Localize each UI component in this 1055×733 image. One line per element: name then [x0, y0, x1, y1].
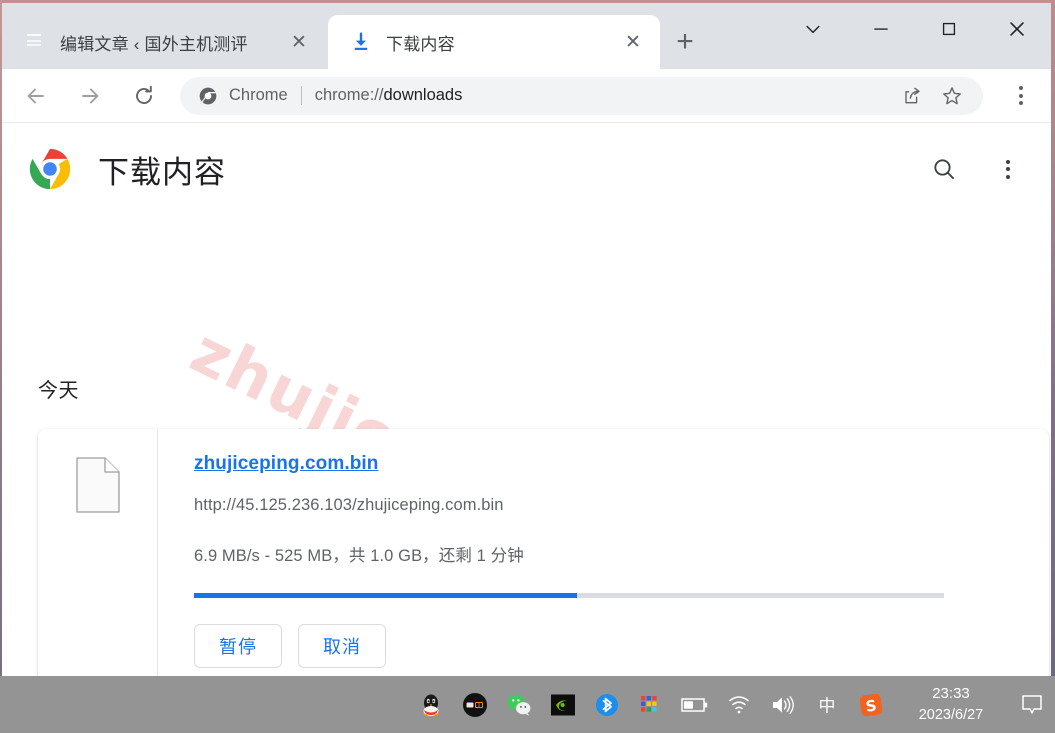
- ime-icon[interactable]: 中: [813, 691, 841, 719]
- download-status-text: 6.9 MB/s - 525 MB，共 1.0 GB，还剩 1 分钟: [194, 547, 524, 565]
- download-item-details: zhujiceping.com.bin http://45.125.236.10…: [158, 429, 1049, 676]
- maximize-button[interactable]: [915, 3, 983, 55]
- close-button[interactable]: [983, 3, 1051, 55]
- omnibox-actions: [889, 79, 969, 113]
- chrome-shield-icon: [198, 86, 218, 106]
- download-icon: [350, 31, 372, 53]
- tab-strip: 编辑文章 ‹ 国外主机测评 ✕ 下载内容 ✕ +: [2, 3, 1051, 69]
- download-file-icon-column: [38, 429, 158, 676]
- new-tab-button[interactable]: +: [668, 25, 702, 59]
- back-button[interactable]: [16, 76, 56, 116]
- three-dots-icon: [1019, 86, 1023, 105]
- taskbar-clock[interactable]: 23:33 2023/6/27: [903, 683, 999, 726]
- taskbar-date: 2023/6/27: [918, 706, 984, 723]
- download-item-card: zhujiceping.com.bin http://45.125.236.10…: [38, 429, 1049, 676]
- window-frame-right-border: [1051, 0, 1055, 676]
- address-bar[interactable]: Chrome chrome://downloads: [180, 76, 983, 115]
- wechat-icon[interactable]: [505, 691, 533, 719]
- download-action-buttons: 暂停 取消: [194, 624, 1049, 668]
- download-filename-link[interactable]: zhujiceping.com.bin: [194, 453, 379, 475]
- download-source-url: http://45.125.236.103/zhujiceping.com.bi…: [194, 496, 504, 514]
- battery-icon[interactable]: [681, 691, 709, 719]
- notification-icon: [1022, 694, 1042, 714]
- svg-text:中: 中: [819, 696, 836, 716]
- forward-button[interactable]: [70, 76, 110, 116]
- omnibox-url-host: downloads: [383, 86, 463, 104]
- omnibox-url-scheme: chrome://: [314, 86, 384, 104]
- omnibox-divider: [300, 86, 302, 105]
- tab-downloads[interactable]: 下载内容 ✕: [328, 15, 660, 69]
- app-dark-circle-icon[interactable]: [461, 691, 489, 719]
- downloads-header-actions: [903, 146, 1051, 192]
- taskbar-time: 23:33: [932, 685, 970, 703]
- chrome-logo: [28, 147, 72, 191]
- tab-search-button[interactable]: [779, 3, 847, 55]
- browser-toolbar: Chrome chrome://downloads: [2, 69, 1051, 123]
- pause-button[interactable]: 暂停: [194, 624, 282, 668]
- browser-menu-button[interactable]: [999, 74, 1043, 118]
- tab-close-icon[interactable]: ✕: [620, 29, 646, 55]
- download-progress-bar: [194, 593, 944, 598]
- cancel-button[interactable]: 取消: [298, 624, 386, 668]
- search-icon[interactable]: [921, 146, 967, 192]
- notification-center-button[interactable]: [1009, 676, 1055, 733]
- red-square-favicon: [24, 31, 46, 53]
- downloads-page-header: 下载内容: [2, 124, 1051, 214]
- omnibox-url: chrome://downloads: [315, 86, 889, 105]
- page-title: 下载内容: [98, 154, 226, 190]
- window-controls: [779, 3, 1051, 55]
- bookmark-star-icon[interactable]: [935, 79, 969, 113]
- nvidia-icon[interactable]: [549, 691, 577, 719]
- qq-icon[interactable]: [417, 691, 445, 719]
- sogou-icon[interactable]: S: [857, 691, 885, 719]
- generic-file-icon: [75, 457, 120, 513]
- downloads-page: zhujiceping.com 下载内容: [2, 124, 1051, 676]
- windows-taskbar: 中 S 23:33 2023/6/27: [0, 676, 1055, 733]
- tab-title: 编辑文章 ‹ 国外主机测评: [60, 34, 248, 54]
- bluetooth-icon[interactable]: [593, 691, 621, 719]
- system-tray: 中 S: [417, 691, 885, 719]
- three-dots-icon: [1006, 159, 1010, 179]
- tab-close-icon[interactable]: ✕: [286, 29, 312, 55]
- volume-icon[interactable]: [769, 691, 797, 719]
- tab-editor-article[interactable]: 编辑文章 ‹ 国外主机测评 ✕: [6, 15, 326, 69]
- browser-window: 编辑文章 ‹ 国外主机测评 ✕ 下载内容 ✕ + Chrome chrome:/…: [0, 0, 1055, 676]
- omnibox-chip-label: Chrome: [229, 86, 288, 104]
- wifi-icon[interactable]: [725, 691, 753, 719]
- downloads-menu-button[interactable]: [985, 146, 1031, 192]
- minimize-button[interactable]: [847, 3, 915, 55]
- tab-title: 下载内容: [386, 34, 455, 54]
- color-grid-icon[interactable]: [637, 691, 665, 719]
- share-icon[interactable]: [895, 79, 929, 113]
- section-label-today: 今天: [38, 380, 79, 402]
- download-progress-fill: [194, 593, 577, 598]
- reload-button[interactable]: [124, 76, 164, 116]
